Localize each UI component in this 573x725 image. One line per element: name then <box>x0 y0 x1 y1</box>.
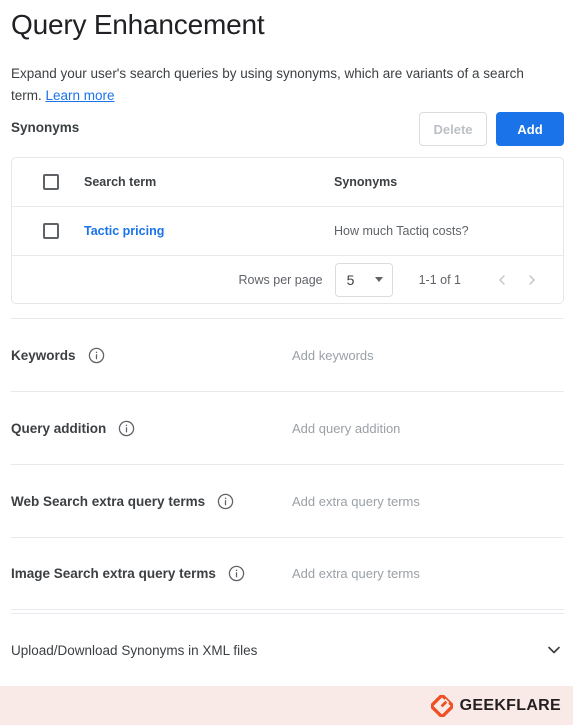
geekflare-branding: GEEKFLARE <box>430 694 561 717</box>
column-header-search-term: Search term <box>84 175 157 189</box>
delete-button[interactable]: Delete <box>419 112 487 146</box>
info-icon[interactable] <box>228 565 245 582</box>
column-header-synonyms: Synonyms <box>334 175 398 189</box>
synonyms-toolbar: Synonyms Delete Add <box>11 112 564 148</box>
chevron-left-icon <box>499 274 505 285</box>
select-all-checkbox[interactable] <box>43 174 59 190</box>
table-pagination: Rows per page 5 1-1 of 1 <box>12 256 563 303</box>
setting-value-image-search[interactable]: Add extra query terms <box>292 566 420 581</box>
upload-download-synonyms-expander[interactable]: Upload/Download Synonyms in XML files <box>11 613 564 686</box>
setting-label-query-addition-text: Query addition <box>11 420 107 436</box>
setting-row-web-search-extra-query-terms[interactable]: Web Search extra query terms Add extra q… <box>11 464 564 537</box>
learn-more-link[interactable]: Learn more <box>46 88 115 103</box>
query-enhancement-page: Query Enhancement Expand your user's sea… <box>0 0 573 725</box>
expander-label: Upload/Download Synonyms in XML files <box>11 642 258 658</box>
setting-label-query-addition: Query addition <box>11 420 135 437</box>
chevron-down-icon <box>548 646 560 654</box>
next-page-button[interactable] <box>517 265 547 295</box>
cell-synonyms: How much Tactiq costs? <box>334 224 469 238</box>
geekflare-wordmark: GEEKFLARE <box>459 696 561 714</box>
footer-bar: GEEKFLARE <box>0 686 573 725</box>
setting-row-keywords[interactable]: Keywords Add keywords <box>11 318 564 391</box>
info-icon[interactable] <box>118 420 135 437</box>
rows-per-page-value: 5 <box>346 271 355 288</box>
row-checkbox[interactable] <box>43 223 59 239</box>
setting-label-keywords: Keywords <box>11 347 105 364</box>
setting-value-query-addition[interactable]: Add query addition <box>292 421 400 436</box>
chevron-down-icon <box>374 277 383 282</box>
setting-value-keywords[interactable]: Add keywords <box>292 348 374 363</box>
info-icon[interactable] <box>217 493 234 510</box>
previous-page-button[interactable] <box>487 265 517 295</box>
expand-toggle-button[interactable] <box>544 640 564 660</box>
setting-label-image-search: Image Search extra query terms <box>11 565 245 582</box>
synonyms-table: Search term Synonyms Tactic pricing How … <box>11 157 564 304</box>
cell-search-term[interactable]: Tactic pricing <box>84 224 334 238</box>
table-row[interactable]: Tactic pricing How much Tactiq costs? <box>12 207 563 256</box>
setting-label-keywords-text: Keywords <box>11 347 76 363</box>
synonyms-label: Synonyms <box>11 120 80 135</box>
setting-value-web-search[interactable]: Add extra query terms <box>292 494 420 509</box>
setting-label-image-search-text: Image Search extra query terms <box>11 566 216 581</box>
setting-label-web-search-text: Web Search extra query terms <box>11 493 206 509</box>
page-description: Expand your user's search queries by usi… <box>11 63 546 107</box>
chevron-right-icon <box>529 274 535 285</box>
rows-per-page-select[interactable]: 5 <box>334 262 393 297</box>
setting-row-image-search-extra-query-terms[interactable]: Image Search extra query terms Add extra… <box>11 537 564 610</box>
geekflare-logo-icon <box>430 694 453 717</box>
add-button[interactable]: Add <box>496 112 564 146</box>
setting-label-web-search: Web Search extra query terms <box>11 493 234 510</box>
pagination-range-label: 1-1 of 1 <box>418 272 461 287</box>
setting-row-query-addition[interactable]: Query addition Add query addition <box>11 391 564 464</box>
settings-list: Keywords Add keywords Query addition Add… <box>11 318 564 610</box>
page-title: Query Enhancement <box>11 9 265 40</box>
select-all-cell[interactable] <box>12 174 84 190</box>
info-icon[interactable] <box>88 347 105 364</box>
row-select-cell[interactable] <box>12 223 84 239</box>
rows-per-page-label: Rows per page <box>238 272 323 287</box>
table-header-row: Search term Synonyms <box>12 158 563 207</box>
